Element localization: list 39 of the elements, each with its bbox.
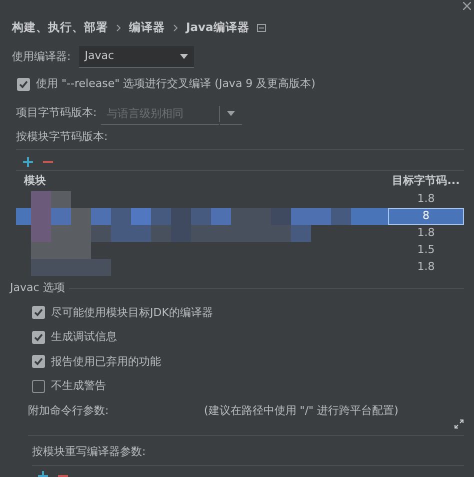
table-cell: 8 (388, 208, 464, 225)
args-label: 附加命令行参数: (28, 402, 110, 418)
section-title: Javac 选项 (10, 280, 65, 296)
close-icon[interactable] (463, 2, 471, 10)
section-label: 按模块字节码版本: (15, 128, 109, 144)
compiler-dropdown[interactable]: Javac (78, 46, 194, 68)
expand-icon[interactable] (454, 419, 464, 429)
checkbox[interactable] (32, 355, 45, 368)
window-icon (257, 24, 266, 32)
breadcrumb-item[interactable]: 构建、执行、部署 (12, 19, 108, 37)
args-hint: (建议在路径中使用 "/" 进行跨平台配置) (204, 402, 398, 418)
breadcrumb-item[interactable]: Java编译器 (186, 19, 250, 37)
checkbox-label: 不生成警告 (51, 378, 106, 394)
checkbox-label: 报告使用已弃用的功能 (51, 354, 161, 370)
breadcrumb-item[interactable]: 编译器 (129, 19, 165, 37)
checkbox-label: 使用 "--release" 选项进行交叉编译 (Java 9 及更高版本) (36, 76, 316, 92)
table-cell-text: 1.8 (416, 259, 436, 276)
table-cell-text: 1.5 (416, 242, 436, 258)
column-header[interactable]: 目标字节码... (388, 172, 464, 190)
compiler-label: 使用编译器: (12, 48, 71, 65)
bytecode-label: 项目字节码版本: (16, 105, 97, 122)
caret-icon (180, 54, 188, 59)
column-header[interactable]: 模块 (16, 172, 388, 190)
table-row[interactable]: 1.8 (16, 259, 464, 276)
checkbox[interactable] (32, 306, 45, 320)
table-cell-text: 1.8 (416, 225, 436, 242)
checkbox[interactable] (32, 330, 45, 344)
checkbox-label: 尽可能使用模块目标JDK的编译器 (51, 304, 213, 320)
checkbox[interactable] (17, 78, 30, 91)
table-row[interactable]: 1.5 (16, 242, 464, 259)
table-cell-text: 1.8 (416, 191, 436, 208)
caret-icon (226, 110, 235, 116)
table-row[interactable]: 8 (16, 208, 464, 225)
checkbox[interactable] (32, 380, 45, 393)
section-label: 按模块重写编译器参数: (32, 445, 146, 458)
chevron-icon (173, 24, 178, 32)
checkbox-label: 生成调试信息 (51, 329, 117, 345)
chevron-icon (116, 24, 121, 32)
add-icon[interactable] (23, 157, 33, 167)
